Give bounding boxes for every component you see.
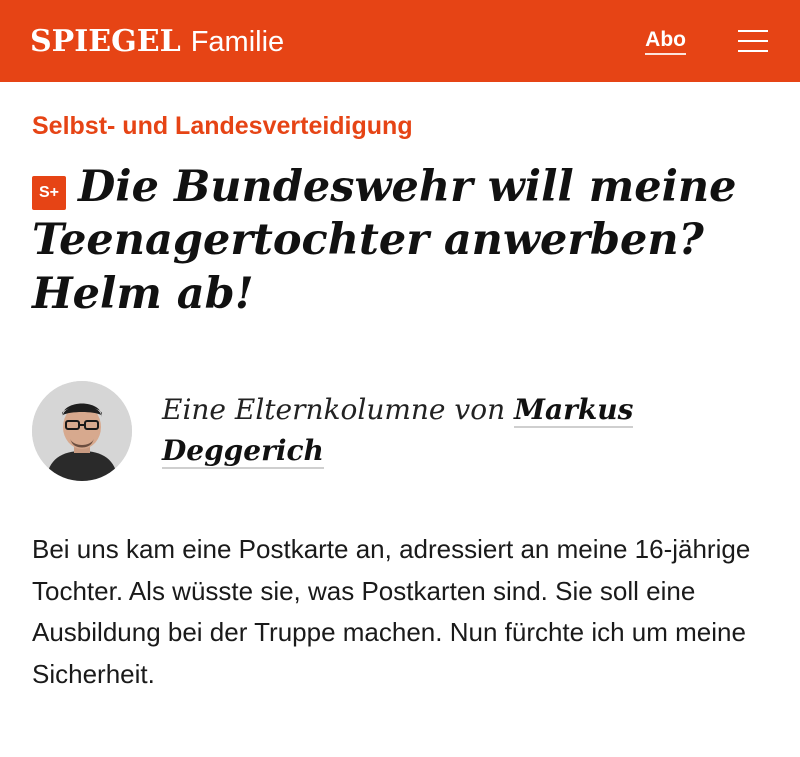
author-photo [32, 380, 132, 481]
article-headline[interactable]: S+ Die Bundeswehr will meine Teenagertoch… [32, 161, 768, 321]
spiegel-plus-badge: S+ [32, 176, 66, 210]
byline-prefix: Eine Elternkolumne von [162, 393, 506, 427]
top-bar: SPIEGEL Familie Abo [0, 0, 800, 82]
brand[interactable]: SPIEGEL Familie [30, 24, 284, 59]
author-avatar[interactable] [32, 380, 132, 481]
author-row: Eine Elternkolumne von Markus Deggerich [32, 380, 768, 481]
abo-link[interactable]: Abo [645, 28, 686, 55]
spiegel-logo[interactable]: SPIEGEL [30, 24, 181, 59]
headline-text: Die Bundeswehr will meine Teenagertochte… [32, 162, 737, 319]
section-name[interactable]: Familie [191, 26, 284, 59]
article-kicker[interactable]: Selbst- und Landesverteidigung [32, 112, 768, 141]
article-teaser: Bei uns kam eine Postkarte an, adressier… [32, 533, 751, 689]
byline: Eine Elternkolumne von Markus Deggerich [162, 390, 768, 471]
article: Selbst- und Landesverteidigung S+ Die Bun… [0, 112, 800, 695]
hamburger-menu-icon[interactable] [738, 30, 768, 52]
